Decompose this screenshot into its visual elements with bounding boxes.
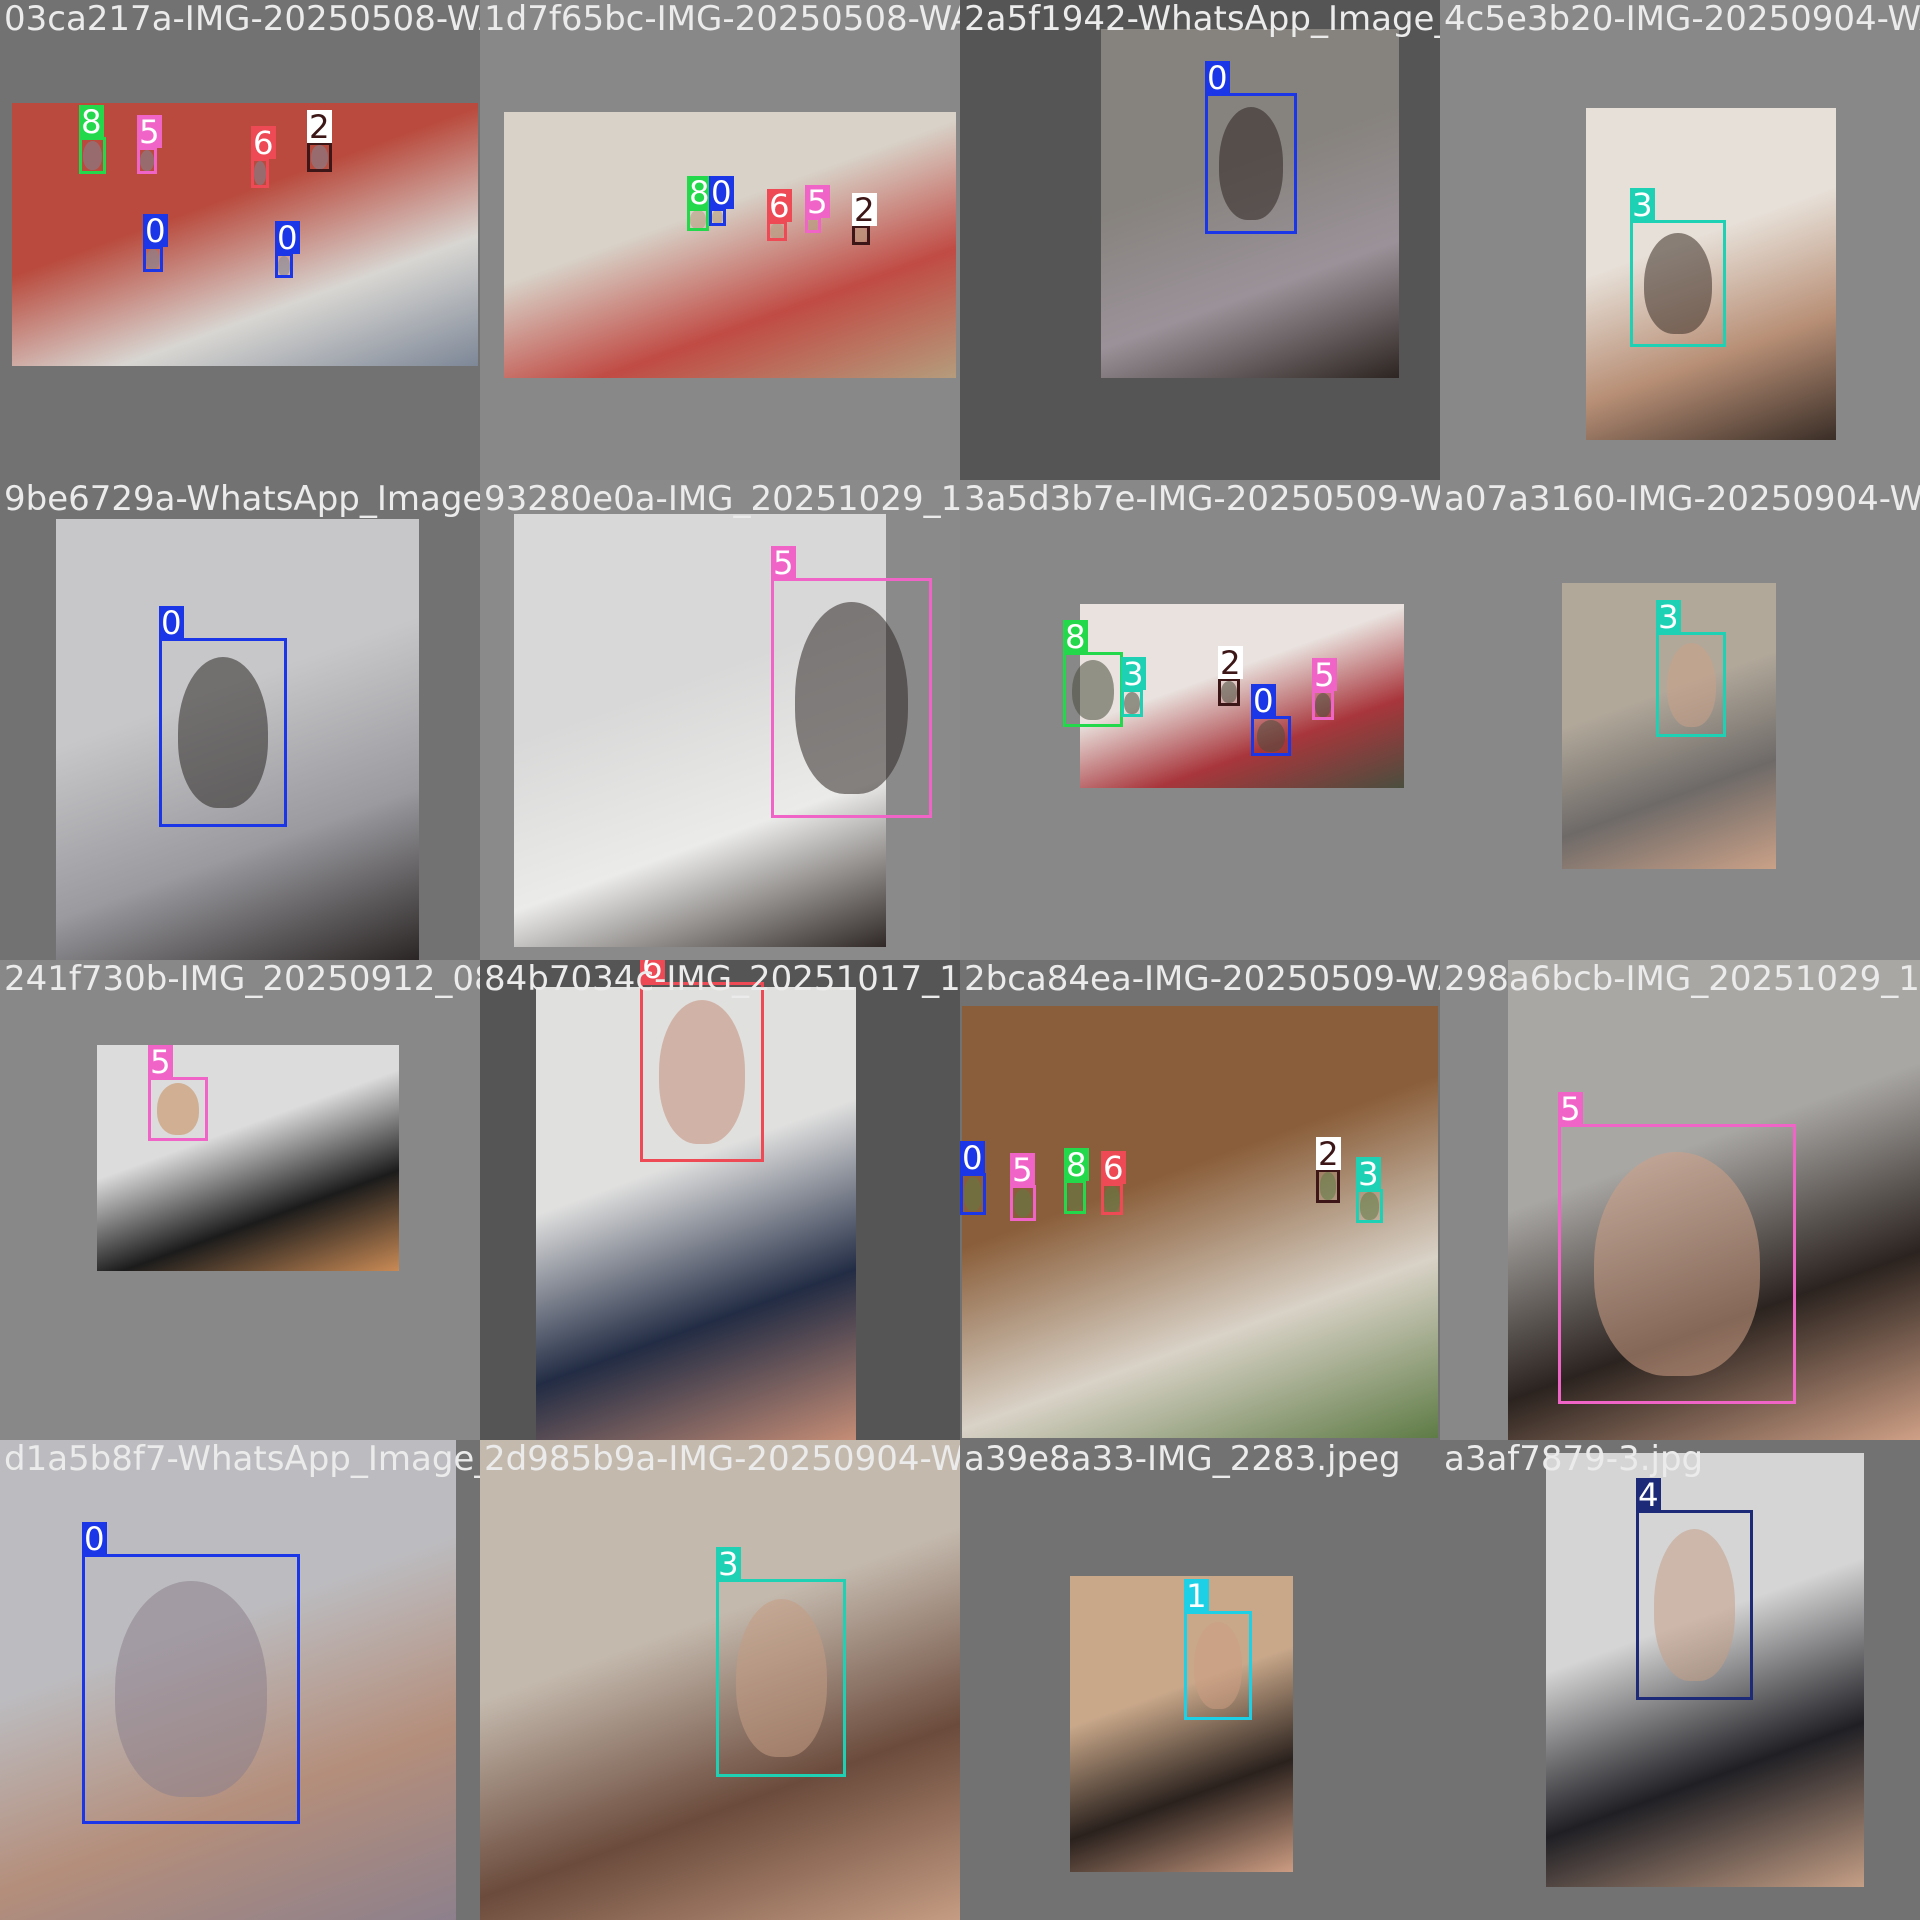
bbox-class-3: 3 bbox=[716, 1546, 846, 1777]
bbox-class-2: 2 bbox=[1316, 1136, 1341, 1203]
bbox-class-0: 0 bbox=[159, 605, 287, 827]
bbox-class-label: 3 bbox=[1121, 654, 1146, 693]
mosaic-tile: 3 4c5e3b20-IMG-20250904-WA0002.jpg bbox=[1440, 0, 1920, 480]
mosaic-tile: 5 298a6bcb-IMG_20251029_1 bbox=[1440, 960, 1920, 1440]
bbox-class-label: 0 bbox=[1251, 681, 1276, 720]
bbox-class-6: 6 bbox=[251, 125, 276, 188]
mosaic-tile: 684b7034c-IMG_20251017_123826.jpg bbox=[480, 960, 960, 1440]
bbox-class-0: 0 bbox=[275, 220, 300, 278]
bbox-class-0: 0 bbox=[82, 1521, 300, 1824]
bbox-class-8: 8 bbox=[1063, 619, 1123, 727]
mosaic-tile: 0 9be6729a-WhatsApp_Image_2025-10-26_at_2… bbox=[0, 480, 480, 960]
bbox-class-label: 3 bbox=[1656, 597, 1681, 636]
bbox-class-3: 3 bbox=[1356, 1156, 1383, 1223]
tile-filename: a07a3160-IMG-20250904-WA0004.jpg bbox=[1444, 480, 1920, 519]
mosaic-tile: 02a5f1942-WhatsApp_Image_2025-09-04_at_2… bbox=[960, 0, 1440, 480]
bbox-class-8: 8 bbox=[687, 175, 712, 231]
bbox-class-label: 2 bbox=[852, 190, 877, 229]
bbox-class-3: 3 bbox=[1630, 187, 1726, 347]
bbox-class-label: 3 bbox=[716, 1544, 741, 1583]
mosaic-tile: 32d985b9a-IMG-20250904-WA0013.jpg bbox=[480, 1440, 960, 1920]
tile-photo bbox=[1070, 1576, 1293, 1872]
bbox-class-8: 8 bbox=[79, 104, 106, 174]
bbox-class-0: 0 bbox=[1251, 683, 1291, 756]
bbox-class-label: 6 bbox=[251, 123, 276, 162]
detection-mosaic: 85620003ca217a-IMG-20250508-WA0065.jpg80… bbox=[0, 0, 1920, 1920]
mosaic-tile: 5 241f730b-IMG_20250912_084117.jpg bbox=[0, 960, 480, 1440]
bbox-class-label: 6 bbox=[1101, 1148, 1126, 1187]
mosaic-tile: 80652 1d7f65bc-IMG-20250508-WA0068.jpg bbox=[480, 0, 960, 480]
bbox-class-label: 6 bbox=[767, 186, 792, 225]
bbox-class-8: 8 bbox=[1064, 1147, 1089, 1214]
bbox-class-label: 0 bbox=[1205, 58, 1230, 97]
bbox-class-label: 5 bbox=[1010, 1150, 1035, 1189]
bbox-class-label: 8 bbox=[1063, 617, 1088, 656]
bbox-class-label: 5 bbox=[771, 543, 796, 582]
tile-filename: 93280e0a-IMG_20251029_135120.jpg bbox=[484, 480, 960, 519]
mosaic-tile: 5 93280e0a-IMG_20251029_135120.jpg bbox=[480, 480, 960, 960]
tile-photo bbox=[97, 1045, 399, 1271]
bbox-class-label: 3 bbox=[1630, 185, 1655, 224]
bbox-class-label: 5 bbox=[148, 1042, 173, 1081]
bbox-class-label: 2 bbox=[307, 107, 332, 146]
bbox-class-label: 0 bbox=[143, 211, 168, 250]
bbox-class-label: 5 bbox=[137, 112, 162, 151]
bbox-class-5: 5 bbox=[805, 184, 830, 233]
mosaic-tile: 83 205 3a5d3b7e-IMG-20250509-WA0063.jpg bbox=[960, 480, 1440, 960]
bbox-class-label: 8 bbox=[687, 173, 712, 212]
tile-filename: 1d7f65bc-IMG-20250508-WA0068.jpg bbox=[484, 0, 960, 39]
bbox-class-6: 6 bbox=[1101, 1150, 1126, 1215]
bbox-class-label: 0 bbox=[275, 218, 300, 257]
bbox-class-3: 3 bbox=[1656, 599, 1726, 737]
bbox-class-label: 2 bbox=[1316, 1134, 1341, 1173]
bbox-class-label: 0 bbox=[709, 173, 734, 212]
bbox-class-label: 0 bbox=[159, 603, 184, 642]
bbox-class-label: 8 bbox=[1064, 1145, 1089, 1184]
tile-photo bbox=[504, 112, 956, 378]
bbox-class-label: 8 bbox=[79, 102, 104, 141]
bbox-class-5: 5 bbox=[148, 1044, 208, 1141]
tile-filename: 4c5e3b20-IMG-20250904-WA0002.jpg bbox=[1444, 0, 1920, 39]
bbox-class-3: 3 bbox=[1121, 656, 1146, 717]
bbox-class-label: 5 bbox=[1312, 655, 1337, 694]
tile-filename: 2bca84ea-IMG-20250509-WA0010.jpg bbox=[964, 960, 1440, 999]
bbox-class-2: 2 bbox=[307, 109, 332, 172]
mosaic-tile: 4 a3af7879-3.jpg bbox=[1440, 1440, 1920, 1920]
bbox-class-label: 5 bbox=[805, 182, 830, 221]
bbox-class-5: 5 bbox=[137, 114, 162, 174]
bbox-class-label: 1 bbox=[1184, 1576, 1209, 1615]
bbox-class-label: 4 bbox=[1636, 1475, 1661, 1514]
bbox-class-6: 6 bbox=[767, 188, 792, 241]
bbox-class-label: 3 bbox=[1356, 1154, 1381, 1193]
tile-filename: 3a5d3b7e-IMG-20250509-WA0063.jpg bbox=[964, 480, 1440, 519]
tile-filename: 9be6729a-WhatsApp_Image_2025-10-26_at_20 bbox=[4, 480, 480, 519]
tile-filename: a39e8a33-IMG_2283.jpeg bbox=[964, 1440, 1401, 1479]
bbox-class-0: 0 bbox=[960, 1140, 986, 1215]
bbox-class-0: 0 bbox=[709, 175, 734, 226]
bbox-class-5: 5 bbox=[1312, 657, 1337, 720]
bbox-class-6: 6 bbox=[640, 960, 764, 1162]
bbox-class-0: 0 bbox=[1205, 60, 1297, 234]
bbox-class-label: 6 bbox=[640, 960, 665, 984]
bbox-class-1: 1 bbox=[1184, 1578, 1252, 1720]
bbox-class-2: 2 bbox=[1218, 645, 1243, 706]
tile-filename: 241f730b-IMG_20250912_084117.jpg bbox=[4, 960, 480, 999]
bbox-class-5: 5 bbox=[1010, 1152, 1036, 1221]
bbox-class-5: 5 bbox=[1558, 1091, 1796, 1404]
bbox-class-label: 0 bbox=[82, 1519, 107, 1558]
bbox-class-2: 2 bbox=[852, 192, 877, 245]
bbox-class-4: 4 bbox=[1636, 1477, 1753, 1700]
bbox-class-label: 5 bbox=[1558, 1089, 1583, 1128]
mosaic-tile: 1 a39e8a33-IMG_2283.jpeg bbox=[960, 1440, 1440, 1920]
bbox-class-5: 5 bbox=[771, 545, 932, 818]
mosaic-tile: 3 a07a3160-IMG-20250904-WA0004.jpg bbox=[1440, 480, 1920, 960]
bbox-class-label: 0 bbox=[960, 1138, 985, 1177]
mosaic-tile: 0d1a5b8f7-WhatsApp_Image_2025-10-26_at_2… bbox=[0, 1440, 480, 1920]
bbox-class-label: 2 bbox=[1218, 643, 1243, 682]
mosaic-tile: 85 62 0 0 03ca217a-IMG-20250508-WA0065.jpg bbox=[0, 0, 480, 480]
bbox-class-0: 0 bbox=[143, 213, 168, 272]
tile-filename: 03ca217a-IMG-20250508-WA0065.jpg bbox=[4, 0, 480, 39]
mosaic-tile: 0586 23 2bca84ea-IMG-20250509-WA0010.jpg bbox=[960, 960, 1440, 1440]
